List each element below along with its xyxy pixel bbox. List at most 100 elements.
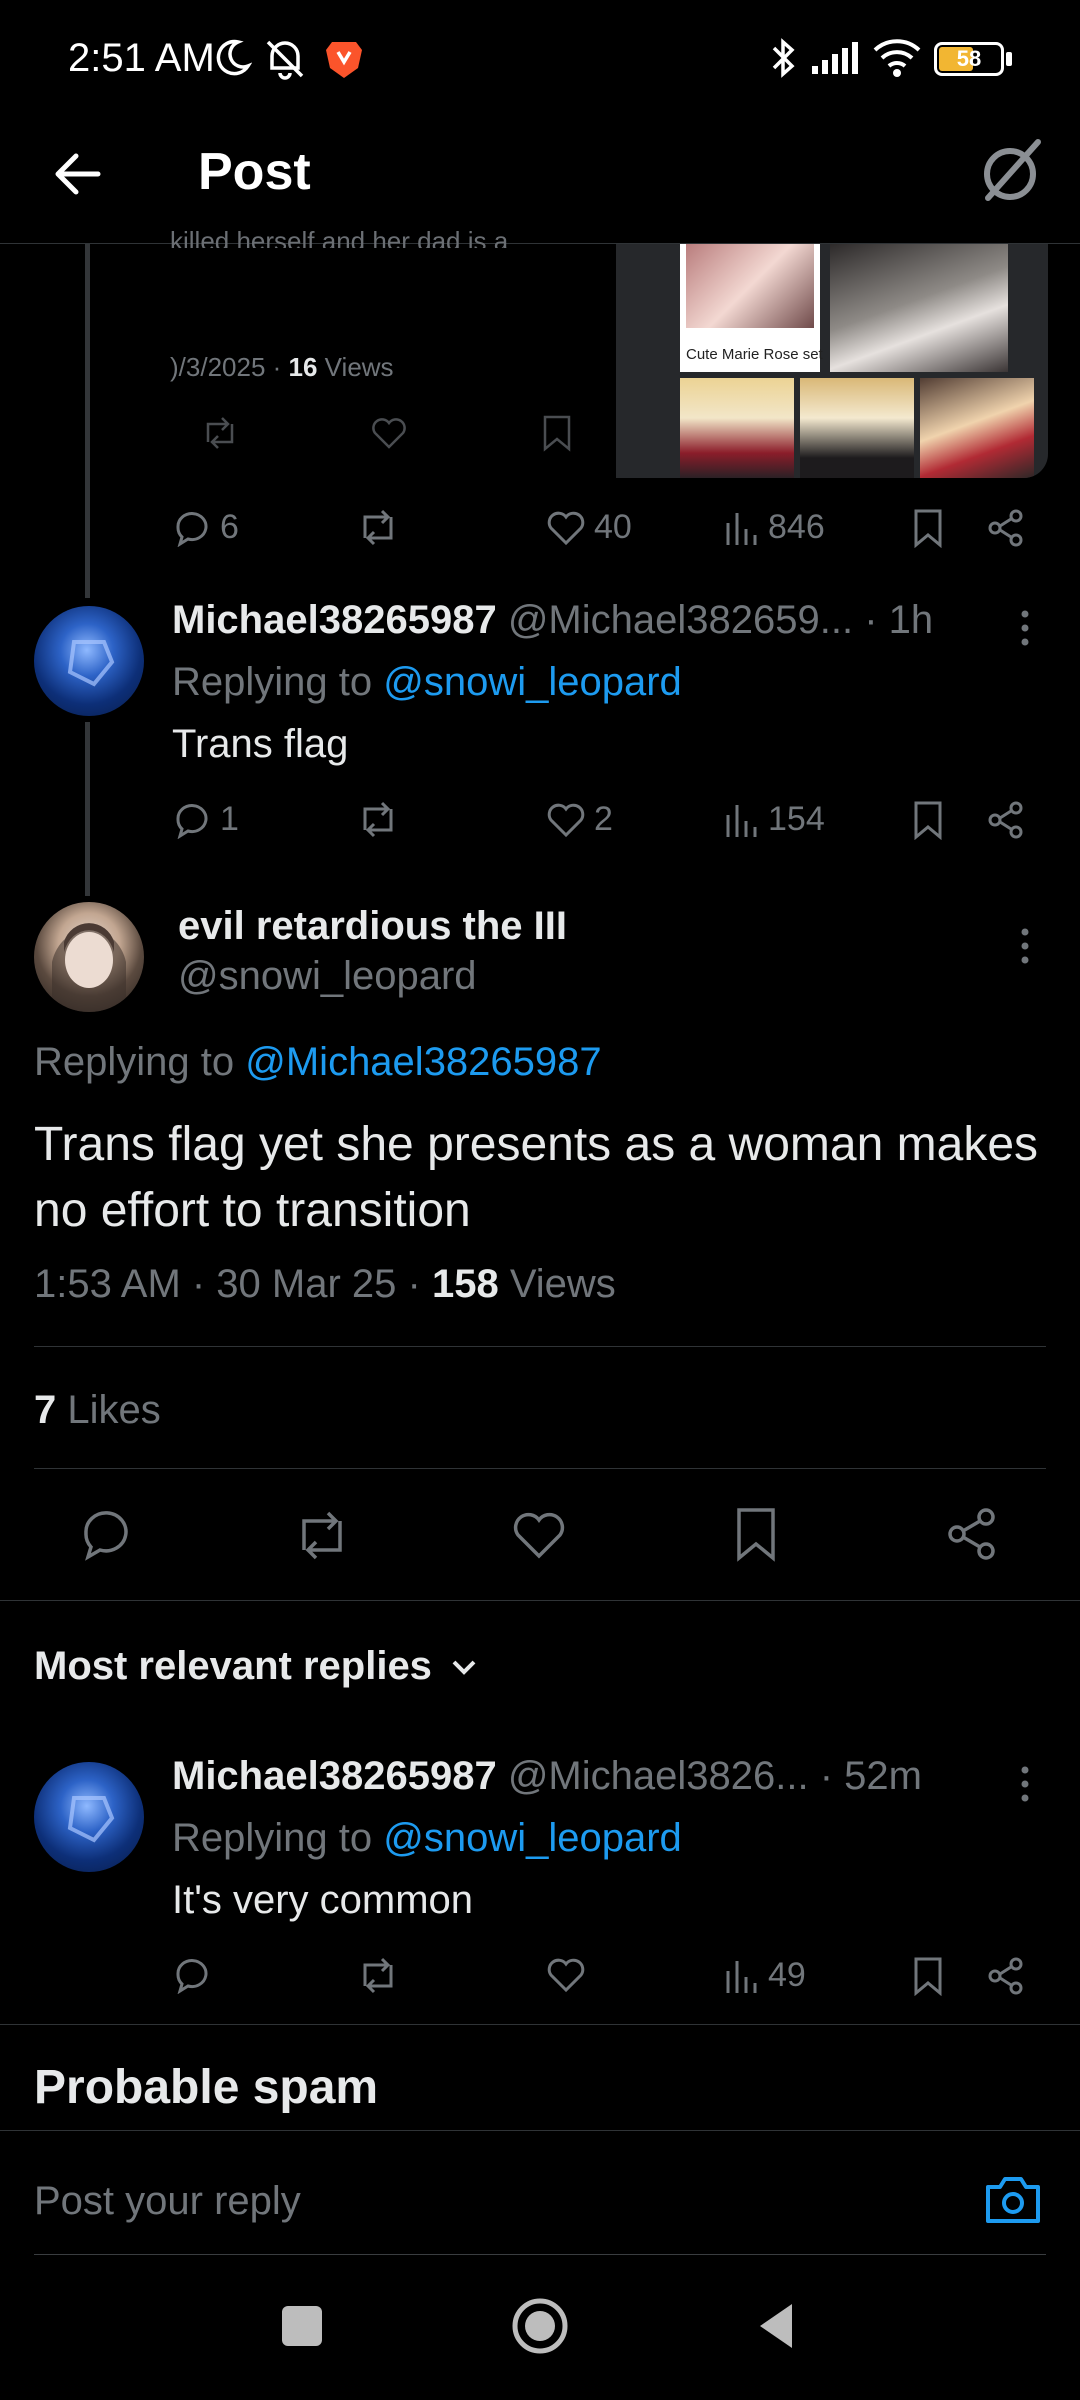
post-timestamp: 1:53 AM · 30 Mar 25 · [34,1262,432,1306]
bookmark-icon[interactable] [912,1956,944,1996]
share-icon[interactable] [944,1506,1000,1562]
reply-action[interactable]: 6 [172,508,239,547]
grok-icon[interactable] [980,136,1044,206]
collage-tile [830,244,1008,372]
views-action[interactable]: 49 [724,1956,806,1995]
quoted-card-clipped-text: killed herself and her dad is a [170,226,509,248]
replying-to-link[interactable]: @snowi_leopard [383,1816,682,1860]
collage-caption: Cute Marie Rose set [686,346,823,363]
reply-sort-label: Most relevant replies [34,1644,432,1688]
more-options-icon[interactable] [1014,1764,1036,1804]
back-arrow-icon[interactable] [48,144,108,204]
system-navigation-bar [0,2256,1080,2400]
like-count: 2 [594,800,613,838]
page-title: Post [198,143,311,201]
probable-spam-heading[interactable]: Probable spam [34,2060,378,2115]
recents-button[interactable] [282,2306,322,2346]
reply-icon [176,803,208,839]
quoted-like-icon [372,418,406,449]
reply-icon[interactable] [172,1956,212,1994]
camera-icon[interactable] [984,2173,1042,2225]
views-action[interactable]: 846 [724,508,825,547]
replying-to-label: Replying to [34,1040,235,1084]
bookmark-icon[interactable] [734,1506,778,1562]
collage-tile: Cute Marie Rose set [680,244,823,372]
views-action[interactable]: 154 [724,800,825,839]
display-name[interactable]: evil retardious the III [178,904,567,949]
username[interactable]: Michael38265987 [172,598,497,642]
home-button[interactable] [510,2296,570,2356]
post-time: · 1h [864,598,934,642]
repost-icon[interactable] [356,800,400,838]
reply-header: Michael38265987 @Michael382659... · 1h [172,598,992,643]
repost-icon[interactable] [356,508,400,546]
likes-summary[interactable]: 7 Likes [34,1388,161,1433]
avatar[interactable] [34,902,144,1012]
more-options-icon[interactable] [1014,926,1036,966]
quoted-card-meta: )/3/2025 · 16 Views [170,352,394,382]
reply-count: 6 [220,508,239,546]
views-count: 846 [768,508,825,546]
post-text: Trans flag yet she presents as a woman m… [34,1118,1039,1237]
replying-to-label: Replying to [172,660,373,704]
reply-icon[interactable] [78,1508,134,1562]
muted-bell-icon [266,40,304,80]
thread-line [85,722,90,896]
avatar[interactable] [34,1762,144,1872]
share-icon[interactable] [986,800,1026,840]
back-button[interactable] [756,2300,796,2352]
quoted-card-views-label: Views [324,352,394,382]
heart-icon [547,511,585,545]
quoted-image-collage[interactable]: Cute Marie Rose set [616,244,1048,478]
user-handle[interactable]: @snowi_leopard [178,954,477,999]
share-icon[interactable] [986,508,1026,548]
battery-icon: 58 [934,42,1004,76]
analytics-icon [726,512,757,545]
likes-count: 7 [34,1388,57,1432]
replying-to-line: Replying to @Michael38265987 [34,1040,602,1085]
status-time: 2:51 AM [68,36,215,80]
repost-icon[interactable] [292,1508,352,1562]
replying-to-link[interactable]: @snowi_leopard [383,660,682,704]
quoted-card-views-count: 16 [288,352,318,382]
replying-to-link[interactable]: @Michael38265987 [245,1040,601,1084]
like-action[interactable]: 2 [546,800,613,839]
avatar-logo-icon [67,1796,115,1843]
reply-sort-dropdown[interactable]: Most relevant replies [34,1644,478,1689]
reply-action[interactable]: 1 [172,800,239,839]
avatar[interactable] [34,606,144,716]
divider [0,2024,1080,2025]
user-handle: @Michael3826... [507,1754,809,1798]
username[interactable]: Michael38265987 [172,1754,497,1798]
analytics-icon [726,1960,757,1993]
do-not-disturb-moon-icon [216,39,252,76]
more-options-icon[interactable] [1014,608,1036,648]
collage-tile [680,378,794,478]
avatar-logo-icon [67,640,115,687]
reply-icon [176,511,208,547]
heart-icon[interactable] [510,1508,568,1562]
post-time: · 52m [819,1754,922,1798]
chevron-down-icon [452,1660,476,1675]
like-action[interactable]: 40 [546,508,632,547]
status-bar: 2:51 AM 58 [0,0,1080,118]
reply-input[interactable]: Post your reply [34,2179,301,2224]
like-count: 40 [594,508,632,546]
heart-icon [547,803,585,837]
views-count: 154 [768,800,825,838]
post-views-label: Views [509,1262,616,1306]
views-count: 49 [768,1956,806,1994]
cellular-signal-icon [812,42,858,74]
heart-icon[interactable] [546,1956,586,1994]
bookmark-icon[interactable] [912,800,944,840]
repost-icon[interactable] [356,1956,400,1994]
likes-label: Likes [67,1388,161,1432]
quoted-card-date: )/3/2025 [170,352,266,382]
bookmark-icon[interactable] [912,508,944,548]
share-icon[interactable] [986,1956,1026,1996]
quoted-bookmark-icon [543,415,571,452]
brave-browser-icon [326,42,362,78]
battery-level: 58 [956,46,982,71]
collage-tile [800,378,914,478]
reply-count: 1 [220,800,239,838]
